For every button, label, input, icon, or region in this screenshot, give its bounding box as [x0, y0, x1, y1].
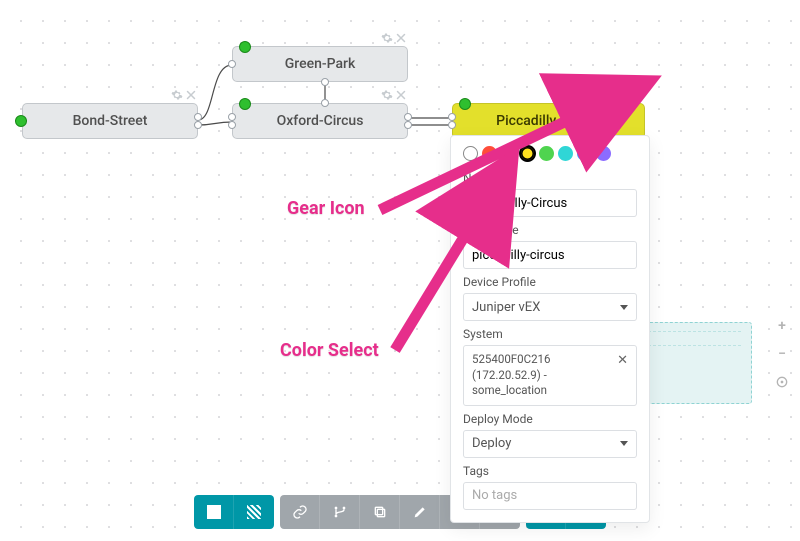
- copy-button[interactable]: [360, 495, 400, 529]
- status-dot-icon: [239, 41, 251, 53]
- callout-gear-label: Gear Icon: [287, 198, 365, 219]
- zoom-in-button[interactable]: +: [772, 316, 792, 336]
- node-controls: [618, 89, 644, 101]
- port-icon[interactable]: [321, 99, 329, 107]
- port-icon[interactable]: [228, 113, 236, 121]
- node-green-park[interactable]: Green-Park: [232, 46, 408, 82]
- status-dot-icon: [239, 98, 251, 110]
- node-bond-street[interactable]: Bond-Street: [22, 103, 198, 139]
- port-icon[interactable]: [404, 121, 412, 129]
- port-icon[interactable]: [194, 121, 202, 129]
- status-dot-icon: [459, 98, 471, 110]
- color-select-row: [463, 146, 637, 161]
- shape-solid-button[interactable]: [194, 495, 234, 529]
- port-icon[interactable]: [448, 113, 456, 121]
- square-hatch-icon: [247, 505, 261, 519]
- port-icon[interactable]: [194, 113, 202, 121]
- hostname-label: Hostname: [463, 223, 637, 237]
- edit-button[interactable]: [400, 495, 440, 529]
- color-swatch-none[interactable]: [463, 146, 478, 161]
- topology-canvas[interactable]: Bond-Street Green-Park Oxford-Circus: [0, 0, 800, 541]
- node-properties-panel: Name Hostname Device Profile Juniper vEX…: [450, 135, 650, 523]
- branch-button[interactable]: [320, 495, 360, 529]
- gear-icon[interactable]: [618, 89, 630, 101]
- tags-input[interactable]: No tags: [463, 482, 637, 510]
- gear-icon[interactable]: [171, 89, 183, 101]
- system-value: 525400F0C216 (172.20.52.9) - some_locati…: [472, 352, 611, 399]
- zoom-controls: + −: [772, 316, 792, 392]
- minimap-row: [643, 345, 741, 347]
- color-swatch-red[interactable]: [482, 146, 497, 161]
- link-icon: [292, 504, 308, 520]
- chevron-down-icon: [620, 441, 628, 446]
- gear-icon[interactable]: [381, 89, 393, 101]
- status-dot-icon: [15, 115, 27, 127]
- node-controls: [381, 32, 407, 44]
- port-icon[interactable]: [228, 121, 236, 129]
- device-profile-select[interactable]: Juniper vEX: [463, 293, 637, 321]
- close-icon[interactable]: [185, 89, 197, 101]
- node-piccadilly-circus[interactable]: Piccadilly-Circus: [452, 103, 645, 139]
- color-swatch-yellow[interactable]: [520, 146, 535, 161]
- pencil-icon: [412, 504, 428, 520]
- close-icon[interactable]: [395, 32, 407, 44]
- close-icon[interactable]: [632, 89, 644, 101]
- hostname-input[interactable]: [463, 241, 637, 269]
- copy-icon: [372, 504, 388, 520]
- color-swatch-green[interactable]: [539, 146, 554, 161]
- tags-placeholder: No tags: [472, 488, 517, 503]
- deploy-mode-value: Deploy: [472, 436, 511, 451]
- node-label: Piccadilly-Circus: [496, 113, 601, 129]
- color-swatch-teal[interactable]: [558, 146, 573, 161]
- system-label: System: [463, 327, 637, 341]
- port-icon[interactable]: [228, 60, 236, 68]
- square-solid-icon: [207, 505, 221, 519]
- clear-system-icon[interactable]: ✕: [611, 352, 628, 370]
- zoom-reset-button[interactable]: [772, 372, 792, 392]
- port-icon[interactable]: [448, 121, 456, 129]
- tags-label: Tags: [463, 464, 637, 478]
- device-profile-value: Juniper vEX: [472, 300, 540, 315]
- name-input[interactable]: [463, 189, 637, 217]
- zoom-out-button[interactable]: −: [772, 344, 792, 364]
- port-icon[interactable]: [321, 78, 329, 86]
- gear-icon[interactable]: [381, 32, 393, 44]
- plus-icon: +: [778, 318, 786, 334]
- deploy-mode-label: Deploy Mode: [463, 412, 637, 426]
- close-icon[interactable]: [395, 89, 407, 101]
- port-icon[interactable]: [404, 113, 412, 121]
- minimap-row: [643, 331, 741, 333]
- deploy-mode-select[interactable]: Deploy: [463, 430, 637, 458]
- node-label: Bond-Street: [73, 113, 148, 129]
- link-button[interactable]: [280, 495, 320, 529]
- chevron-down-icon: [620, 305, 628, 310]
- node-label: Green-Park: [285, 56, 356, 72]
- color-swatch-blue[interactable]: [577, 146, 592, 161]
- branch-icon: [332, 504, 348, 520]
- minus-icon: −: [778, 346, 786, 362]
- name-label: Name: [463, 171, 637, 185]
- target-icon: [774, 374, 790, 390]
- minimap-panel[interactable]: [632, 322, 752, 404]
- node-controls: [171, 89, 197, 101]
- color-swatch-orange[interactable]: [501, 146, 516, 161]
- callout-color-label: Color Select: [280, 340, 379, 361]
- node-oxford-circus[interactable]: Oxford-Circus: [232, 103, 408, 139]
- shape-hatch-button[interactable]: [234, 495, 274, 529]
- node-label: Oxford-Circus: [277, 113, 364, 129]
- toolbar-group-shape: [194, 495, 274, 529]
- system-box[interactable]: 525400F0C216 (172.20.52.9) - some_locati…: [463, 345, 637, 406]
- device-profile-label: Device Profile: [463, 275, 637, 289]
- color-swatch-purple[interactable]: [596, 146, 611, 161]
- node-controls: [381, 89, 407, 101]
